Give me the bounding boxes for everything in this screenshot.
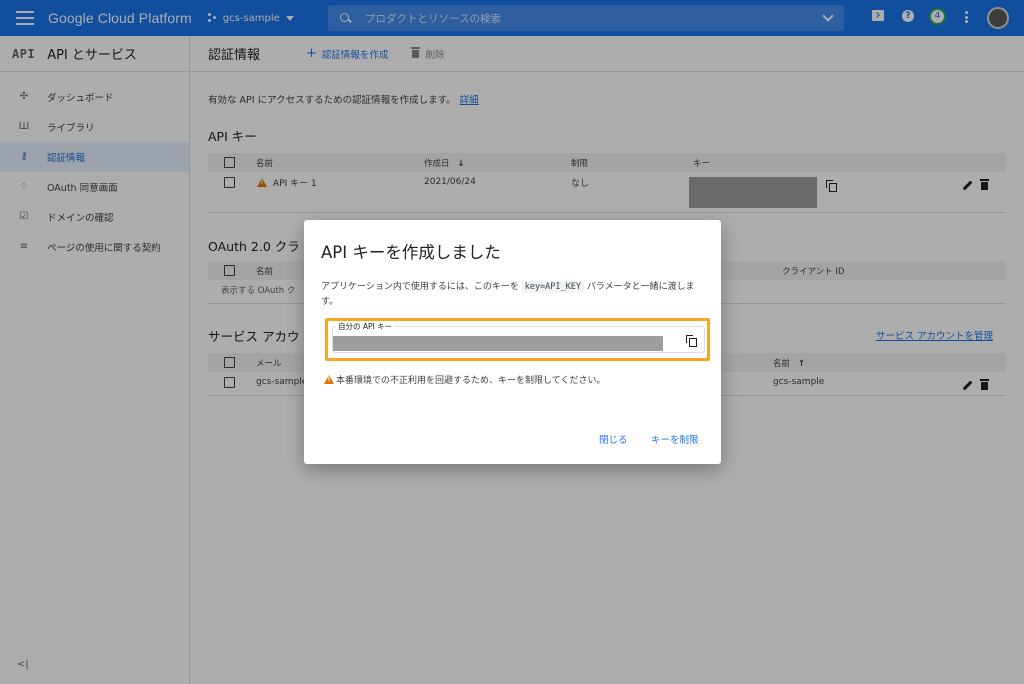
api-key-created-dialog: API キーを作成しました アプリケーション内で使用するには、このキーを key… [304, 220, 721, 464]
dialog-title: API キーを作成しました [321, 243, 501, 262]
dialog-text-before: アプリケーション内で使用するには、このキーを [321, 282, 519, 292]
copy-icon[interactable] [686, 335, 697, 347]
close-button[interactable]: 閉じる [599, 432, 628, 446]
api-key-highlight: 自分の API キー [325, 318, 710, 361]
restriction-warning: 本番環境での不正利用を回避するため、キーを制限してください。 [324, 373, 605, 386]
restrict-key-button[interactable]: キーを制限 [651, 432, 699, 446]
dialog-description: アプリケーション内で使用するには、このキーを key=API_KEY パラメータ… [321, 280, 706, 310]
api-key-field-label: 自分の API キー [336, 321, 395, 332]
restriction-warning-text: 本番環境での不正利用を回避するため、キーを制限してください。 [336, 376, 606, 386]
api-key-field[interactable]: 自分の API キー [332, 321, 705, 353]
redacted-api-key[interactable] [333, 336, 663, 351]
warning-icon [324, 375, 334, 384]
api-key-param-code: key=API_KEY [521, 281, 584, 293]
